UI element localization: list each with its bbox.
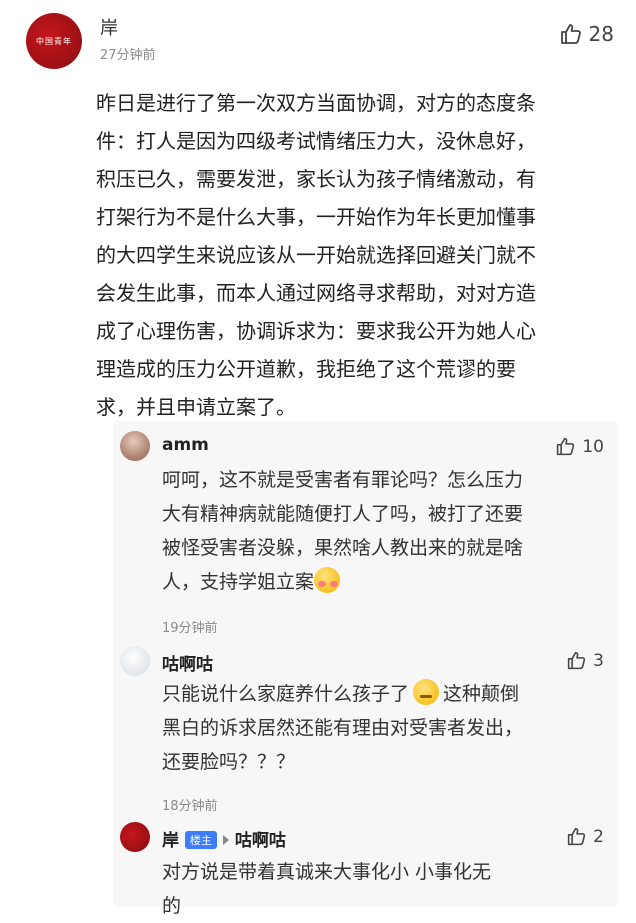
like-count: 28 [588,22,614,46]
like-count: 3 [593,650,604,671]
reply-arrow-icon [222,835,229,845]
reply-line-text: 这种颠倒 [443,683,520,705]
reply-avatar[interactable] [120,646,150,676]
reply-author-line: 岸 楼主 咕啊咕 [162,826,286,851]
reply-line: 还要脸吗？？？ [162,751,296,773]
reply-line: 对方说是带着真诚来大事化小 小事化无 [162,861,492,883]
reply-author-name[interactable]: amm [162,435,209,455]
thumbs-up-icon [568,827,586,846]
comment-line: 的大四学生来说应该从一开始就选择回避关门就不 [96,243,536,267]
reply-line: 只能说什么家庭养什么孩子了 这种颠倒 [162,677,523,711]
author-avatar[interactable]: 中国青年 [26,13,82,69]
like-count: 10 [582,436,604,457]
comment-line: 件：打人是因为四级考试情绪压力大，没休息好， [96,129,536,153]
thumbs-up-icon [557,437,575,456]
reply-line-text: 人，支持学姐立案 [162,571,315,593]
comment-line: 理造成的压力公开道歉，我拒绝了这个荒谬的要 [96,357,516,381]
thumbs-up-icon [560,24,581,44]
reply-line: 人，支持学姐立案 [162,565,523,599]
comment-line: 积压已久，需要发泄，家长认为孩子情绪激动，有 [96,167,536,191]
avatar-logo-text: 中国青年 [36,36,72,46]
smirk-face-emoji-icon [413,679,440,705]
comment-line: 昨日是进行了第一次双方当面协调，对方的态度条 [96,91,536,115]
reply-line-text: 只能说什么家庭养什么孩子了 [162,683,410,705]
reply-author-name[interactable]: 咕啊咕 [162,650,213,675]
reply-text: 只能说什么家庭养什么孩子了 这种颠倒 黑白的诉求居然还能有理由对受害者发出， 还要… [162,677,523,779]
reply-time: 19分钟前 [162,621,218,636]
owner-badge: 楼主 [184,831,217,849]
reply-avatar[interactable] [120,431,150,461]
reply-time: 18分钟前 [162,799,218,814]
reply-text: 对方说是带着真诚来大事化小 小事化无 的 [162,855,491,923]
reply-line: 黑白的诉求居然还能有理由对受害者发出， [162,717,524,739]
reply-like-button[interactable]: 10 [555,436,604,457]
like-count: 2 [593,826,604,847]
like-button[interactable]: 28 [559,22,614,46]
reply-to-name[interactable]: 咕啊咕 [235,831,286,851]
comment-line: 会发生此事，而本人通过网络寻求帮助，对对方造 [96,281,536,305]
reply-author-name[interactable]: 岸 [162,831,179,851]
reply-line: 被怪受害者没躲，果然啥人教出来的就是啥 [162,537,524,559]
reply-line: 呵呵，这不就是受害者有罪论吗？怎么压力 [162,469,524,491]
reply-line: 的 [162,895,182,917]
reply-like-button[interactable]: 2 [566,826,604,847]
shy-face-emoji-icon [314,567,341,593]
comment-time: 27分钟前 [100,48,156,63]
reply-line: 大有精神病就能随便打人了吗，被打了还要 [162,503,524,525]
author-name[interactable]: 岸 [100,14,118,40]
comment-line: 成了心理伤害，协调诉求为：要求我公开为她人心 [96,319,536,343]
reply-avatar[interactable] [120,822,150,852]
comment-line: 打架行为不是什么大事，一开始作为年长更加懂事 [96,205,536,229]
thumbs-up-icon [568,651,586,670]
comment-body: 昨日是进行了第一次双方当面协调，对方的态度条 件：打人是因为四级考试情绪压力大，… [96,84,618,426]
reply-like-button[interactable]: 3 [566,650,604,671]
reply-text: 呵呵，这不就是受害者有罪论吗？怎么压力 大有精神病就能随便打人了吗，被打了还要 … [162,463,523,599]
